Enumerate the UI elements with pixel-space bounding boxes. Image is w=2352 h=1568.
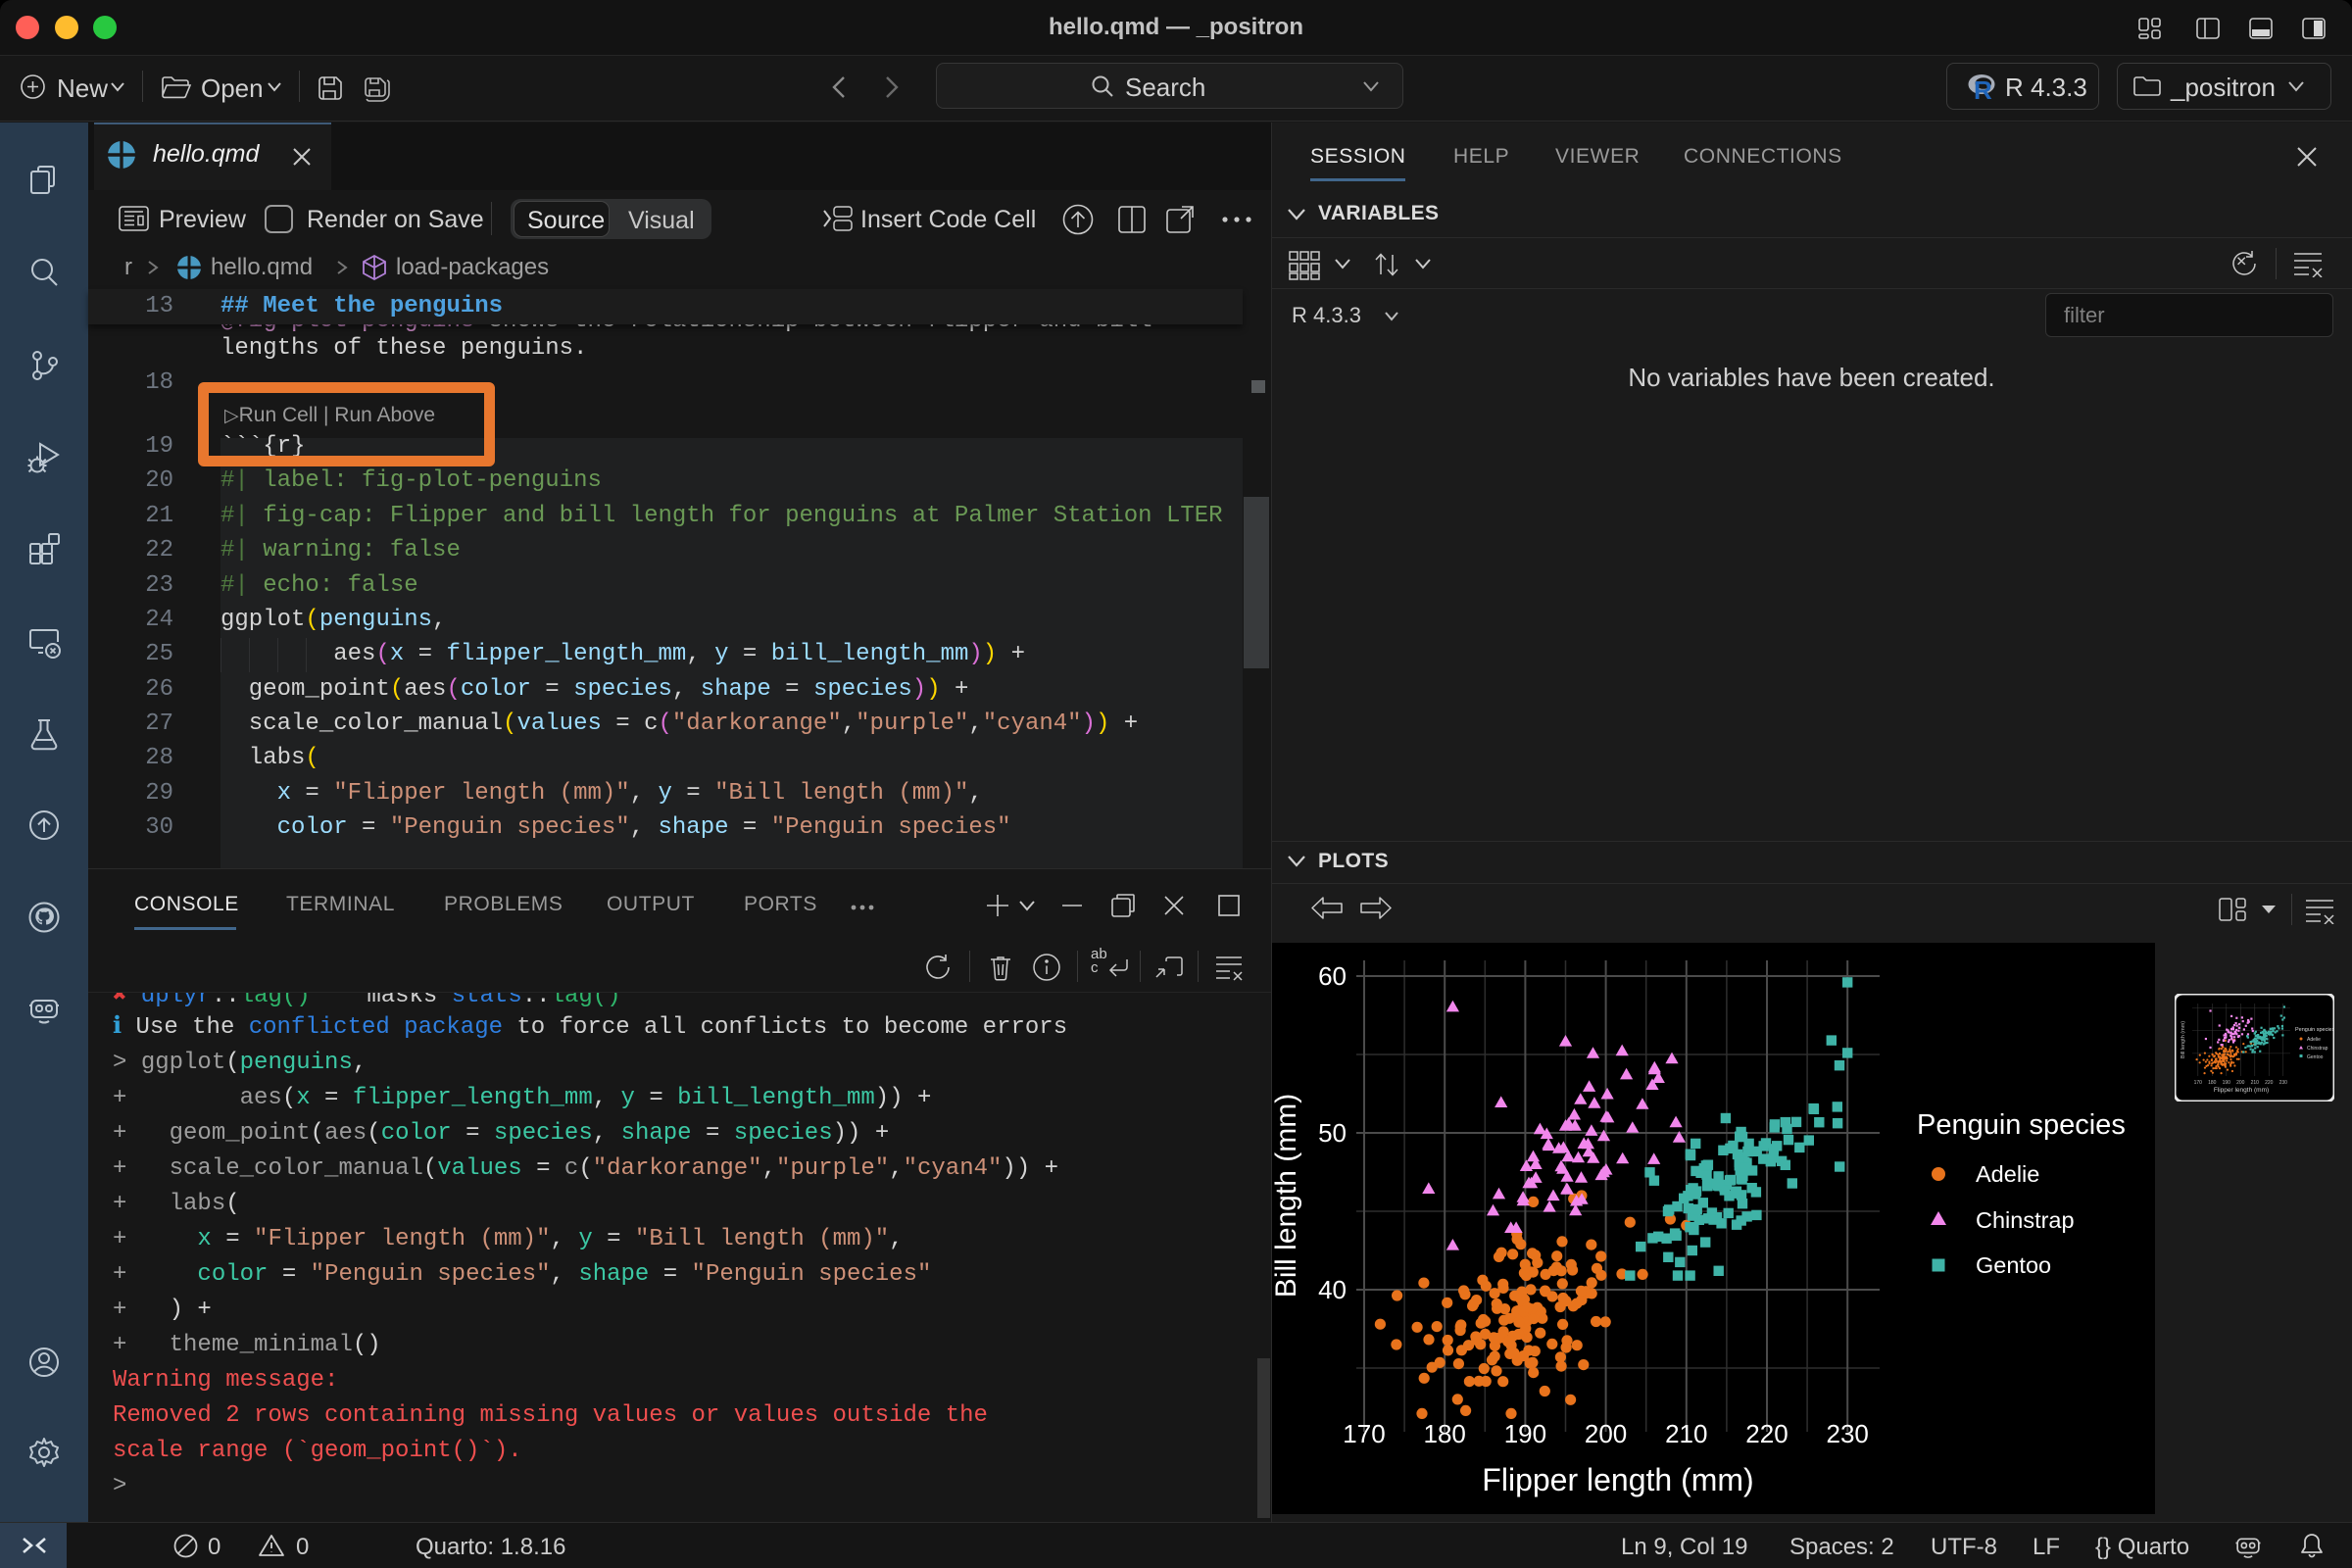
svg-text:180: 180 [2208,1080,2217,1086]
svg-text:220: 220 [2265,1080,2274,1086]
svg-text:Gentoo: Gentoo [2307,1054,2324,1060]
svg-text:60: 60 [1318,961,1347,991]
svg-text:Flipper length (mm): Flipper length (mm) [1482,1462,1753,1497]
svg-text:Adelie: Adelie [2307,1037,2321,1043]
svg-text:Penguin species: Penguin species [2295,1027,2334,1033]
svg-text:220: 220 [1745,1419,1788,1448]
svg-text:190: 190 [2223,1080,2231,1086]
svg-text:200: 200 [2236,1080,2245,1086]
svg-text:Bill length (mm): Bill length (mm) [1272,1094,1302,1298]
svg-text:Gentoo: Gentoo [1976,1252,2051,1278]
svg-text:170: 170 [1343,1419,1385,1448]
svg-text:R: R [1974,75,1992,101]
svg-text:190: 190 [1504,1419,1546,1448]
svg-text:40: 40 [1318,1275,1347,1304]
svg-text:180: 180 [1424,1419,1466,1448]
svg-text:200: 200 [1585,1419,1627,1448]
svg-text:Chinstrap: Chinstrap [1976,1207,2075,1233]
svg-text:Chinstrap: Chinstrap [2307,1046,2328,1052]
svg-text:230: 230 [1827,1419,1869,1448]
svg-text:Penguin species: Penguin species [1917,1109,2126,1141]
svg-text:50: 50 [1318,1118,1347,1148]
svg-text:210: 210 [1665,1419,1707,1448]
svg-text:230: 230 [2279,1080,2288,1086]
svg-text:210: 210 [2251,1080,2260,1086]
svg-text:Bill length (mm): Bill length (mm) [2180,1021,2186,1058]
svg-text:Adelie: Adelie [1976,1161,2039,1187]
svg-text:Flipper length (mm): Flipper length (mm) [2214,1087,2269,1094]
svg-text:170: 170 [2194,1080,2203,1086]
